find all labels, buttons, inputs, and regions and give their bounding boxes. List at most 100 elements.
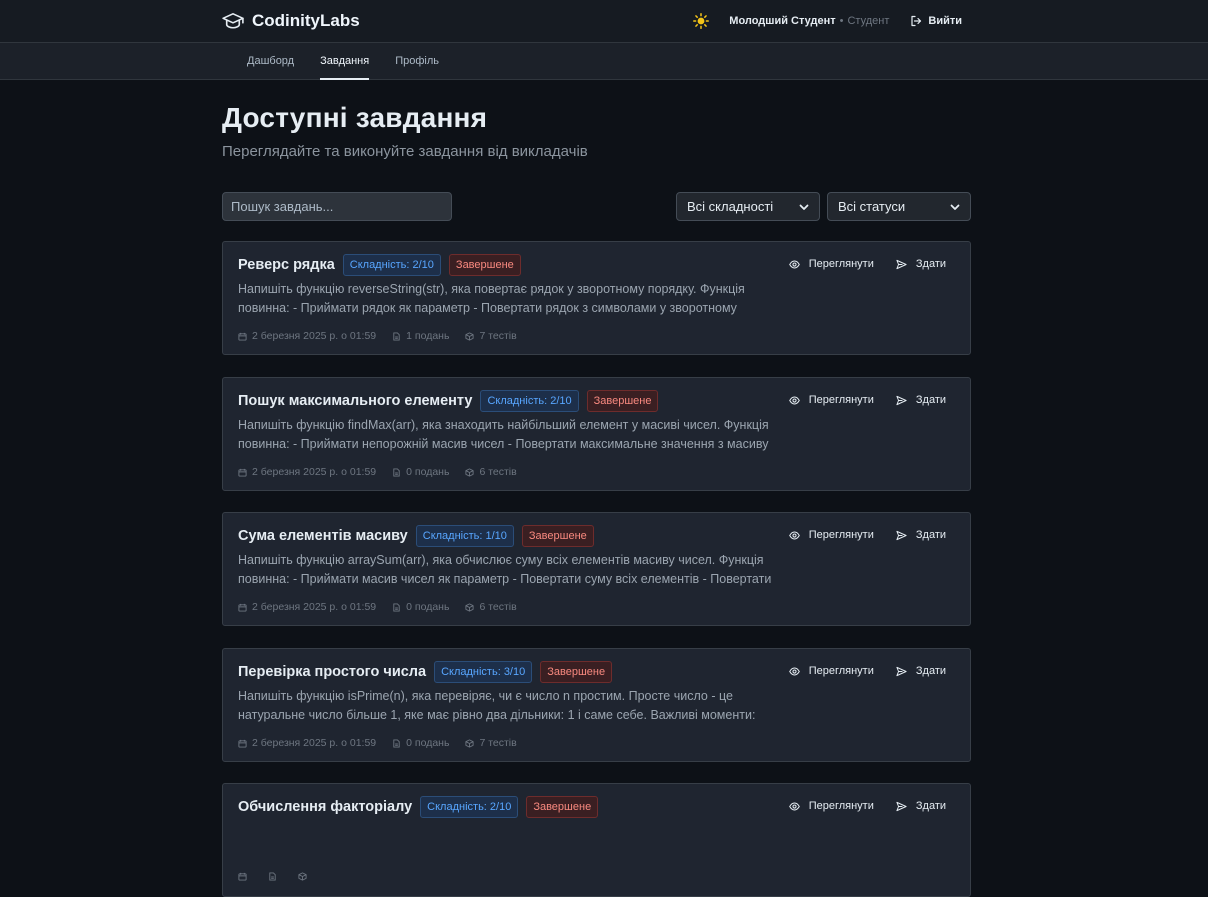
status-select-value: Всі статуси xyxy=(838,199,906,214)
task-title[interactable]: Сума елементів масиву xyxy=(238,528,408,544)
view-task-label: Переглянути xyxy=(808,394,874,406)
tab-tasks[interactable]: Завдання xyxy=(307,43,382,80)
difficulty-badge: Складність: 3/10 xyxy=(434,660,533,683)
difficulty-badge: Складність: 2/10 xyxy=(420,795,519,818)
submit-task-label: Здати xyxy=(915,258,946,270)
task-date-text: 2 березня 2025 р. о 01:59 xyxy=(252,466,377,478)
task-tests xyxy=(298,872,312,881)
task-card[interactable]: Перевірка простого числа Складність: 3/1… xyxy=(222,648,971,762)
task-submissions: 0 подань xyxy=(392,737,449,749)
view-task-button[interactable]: Переглянути xyxy=(788,800,874,812)
submit-task-button[interactable]: Здати xyxy=(896,665,946,677)
submit-task-label: Здати xyxy=(915,665,946,677)
cube-icon xyxy=(465,602,474,612)
calendar-icon xyxy=(238,468,247,477)
task-date-text: 2 березня 2025 р. о 01:59 xyxy=(252,737,377,749)
logout-button[interactable]: Вийти xyxy=(910,15,962,27)
brand-logo[interactable]: CodinityLabs xyxy=(222,11,360,31)
view-task-button[interactable]: Переглянути xyxy=(788,665,874,677)
graduation-cap-icon xyxy=(222,12,244,30)
view-task-button[interactable]: Переглянути xyxy=(788,258,874,270)
task-tests: 7 тестів xyxy=(465,330,517,342)
tab-nav: Дашборд Завдання Профіль xyxy=(0,43,1208,80)
task-submissions: 1 подань xyxy=(392,330,449,342)
task-card[interactable]: Обчислення факторіалу Складність: 2/10 З… xyxy=(222,783,971,897)
submit-task-button[interactable]: Здати xyxy=(896,258,946,270)
status-badge: Завершене xyxy=(540,660,613,683)
send-icon xyxy=(896,801,907,812)
task-title[interactable]: Обчислення факторіалу xyxy=(238,799,412,815)
task-title[interactable]: Реверс рядка xyxy=(238,257,335,273)
file-icon xyxy=(268,872,277,881)
tab-dashboard[interactable]: Дашборд xyxy=(234,43,307,79)
task-description: Напишіть функцію findMax(arr), яка знахо… xyxy=(238,418,769,451)
tab-profile[interactable]: Профіль xyxy=(382,43,452,79)
view-task-label: Переглянути xyxy=(808,258,874,270)
send-icon xyxy=(896,259,907,270)
task-title[interactable]: Перевірка простого числа xyxy=(238,664,426,680)
task-submissions-text: 0 подань xyxy=(406,737,450,749)
submit-task-label: Здати xyxy=(915,529,946,541)
calendar-icon xyxy=(238,332,247,341)
task-date: 2 березня 2025 р. о 01:59 xyxy=(238,330,376,342)
task-tests-text: 7 тестів xyxy=(479,330,517,342)
task-card[interactable]: Реверс рядка Складність: 2/10 Завершене … xyxy=(222,241,971,355)
task-tests: 6 тестів xyxy=(465,466,517,478)
submit-task-label: Здати xyxy=(915,394,946,406)
cube-icon xyxy=(465,738,474,748)
brand-name: CodinityLabs xyxy=(252,11,360,30)
submit-task-button[interactable]: Здати xyxy=(896,394,946,406)
task-tests-text: 6 тестів xyxy=(479,466,517,478)
logout-label: Вийти xyxy=(928,15,962,27)
user-separator: • xyxy=(839,15,844,27)
difficulty-select-value: Всі складності xyxy=(687,199,774,214)
send-icon xyxy=(896,530,907,541)
difficulty-badge: Складність: 2/10 xyxy=(342,253,441,276)
file-icon xyxy=(392,331,401,341)
send-icon xyxy=(896,395,907,406)
task-card[interactable]: Сума елементів масиву Складність: 1/10 З… xyxy=(222,512,971,626)
task-meta: 2 березня 2025 р. о 01:59 1 подань 7 тес… xyxy=(238,330,533,342)
eye-icon xyxy=(788,666,800,677)
status-badge: Завершене xyxy=(521,524,594,547)
eye-icon xyxy=(788,259,800,270)
search-input[interactable] xyxy=(222,192,452,221)
task-date: 2 березня 2025 р. о 01:59 xyxy=(238,466,376,478)
task-description: Напишіть функцію isPrime(n), яка перевір… xyxy=(238,689,756,722)
task-date-text: 2 березня 2025 р. о 01:59 xyxy=(252,330,377,342)
view-task-button[interactable]: Переглянути xyxy=(788,529,874,541)
task-date: 2 березня 2025 р. о 01:59 xyxy=(238,601,376,613)
task-description: Напишіть функцію reverseString(str), яка… xyxy=(238,282,745,315)
status-badge: Завершене xyxy=(586,389,659,412)
task-submissions: 0 подань xyxy=(392,601,449,613)
cube-icon xyxy=(298,872,307,881)
task-submissions-text: 1 подань xyxy=(406,330,450,342)
difficulty-select[interactable]: Всі складності xyxy=(676,192,820,221)
main-content: Доступні завдання Переглядайте та викону… xyxy=(222,80,971,221)
task-title[interactable]: Пошук максимального елементу xyxy=(238,393,472,409)
task-tests: 6 тестів xyxy=(465,601,517,613)
task-submissions xyxy=(268,872,282,881)
submit-task-button[interactable]: Здати xyxy=(896,800,946,812)
status-badge: Завершене xyxy=(526,795,599,818)
view-task-button[interactable]: Переглянути xyxy=(788,394,874,406)
send-icon xyxy=(896,666,907,677)
task-date: 2 березня 2025 р. о 01:59 xyxy=(238,737,376,749)
task-submissions: 0 подань xyxy=(392,466,449,478)
page-title: Доступні завдання xyxy=(222,102,488,133)
calendar-icon xyxy=(238,872,247,881)
submit-task-label: Здати xyxy=(915,800,946,812)
task-meta: 2 березня 2025 р. о 01:59 0 подань 6 тес… xyxy=(238,466,533,478)
chevron-down-icon xyxy=(950,202,960,212)
task-list: Реверс рядка Складність: 2/10 Завершене … xyxy=(222,241,971,897)
theme-toggle-sun-icon[interactable] xyxy=(693,13,710,29)
page-subtitle: Переглядайте та виконуйте завдання від в… xyxy=(222,143,588,160)
task-card[interactable]: Пошук максимального елементу Складність:… xyxy=(222,377,971,491)
status-select[interactable]: Всі статуси xyxy=(827,192,971,221)
view-task-label: Переглянути xyxy=(808,665,874,677)
user-name: Молодший Студент xyxy=(729,15,836,27)
file-icon xyxy=(392,602,401,612)
submit-task-button[interactable]: Здати xyxy=(896,529,946,541)
user-role: Студент xyxy=(847,15,890,27)
difficulty-badge: Складність: 1/10 xyxy=(415,524,514,547)
